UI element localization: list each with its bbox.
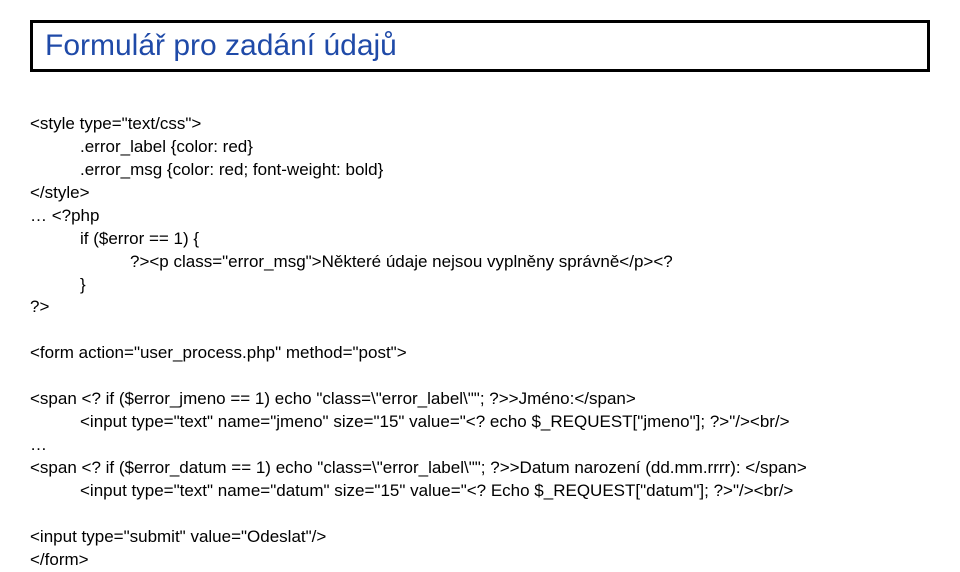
code-line: <form action="user_process.php" method="… [30,343,407,362]
code-line: <span <? if ($error_jmeno == 1) echo "cl… [30,389,636,408]
code-line: ?> [30,297,49,316]
code-line: } [30,274,86,297]
code-line: <input type="text" name="datum" size="15… [30,480,793,503]
code-line: … [30,435,47,454]
code-line: … <?php [30,206,99,225]
code-line: </form> [30,550,89,569]
code-line: <style type="text/css"> [30,114,201,133]
title-box: Formulář pro zadání údajů [30,20,930,72]
code-line: </style> [30,183,90,202]
code-block: <style type="text/css"> .error_label {co… [30,90,930,572]
code-line: <span <? if ($error_datum == 1) echo "cl… [30,458,807,477]
code-line: <input type="submit" value="Odeslat"/> [30,527,326,546]
code-line: if ($error == 1) { [30,228,199,251]
code-line: .error_msg {color: red; font-weight: bol… [30,159,383,182]
code-line: ?><p class="error_msg">Některé údaje nej… [30,251,673,274]
code-line: .error_label {color: red} [30,136,253,159]
code-line: <input type="text" name="jmeno" size="15… [30,411,790,434]
page-title: Formulář pro zadání údajů [45,29,397,62]
